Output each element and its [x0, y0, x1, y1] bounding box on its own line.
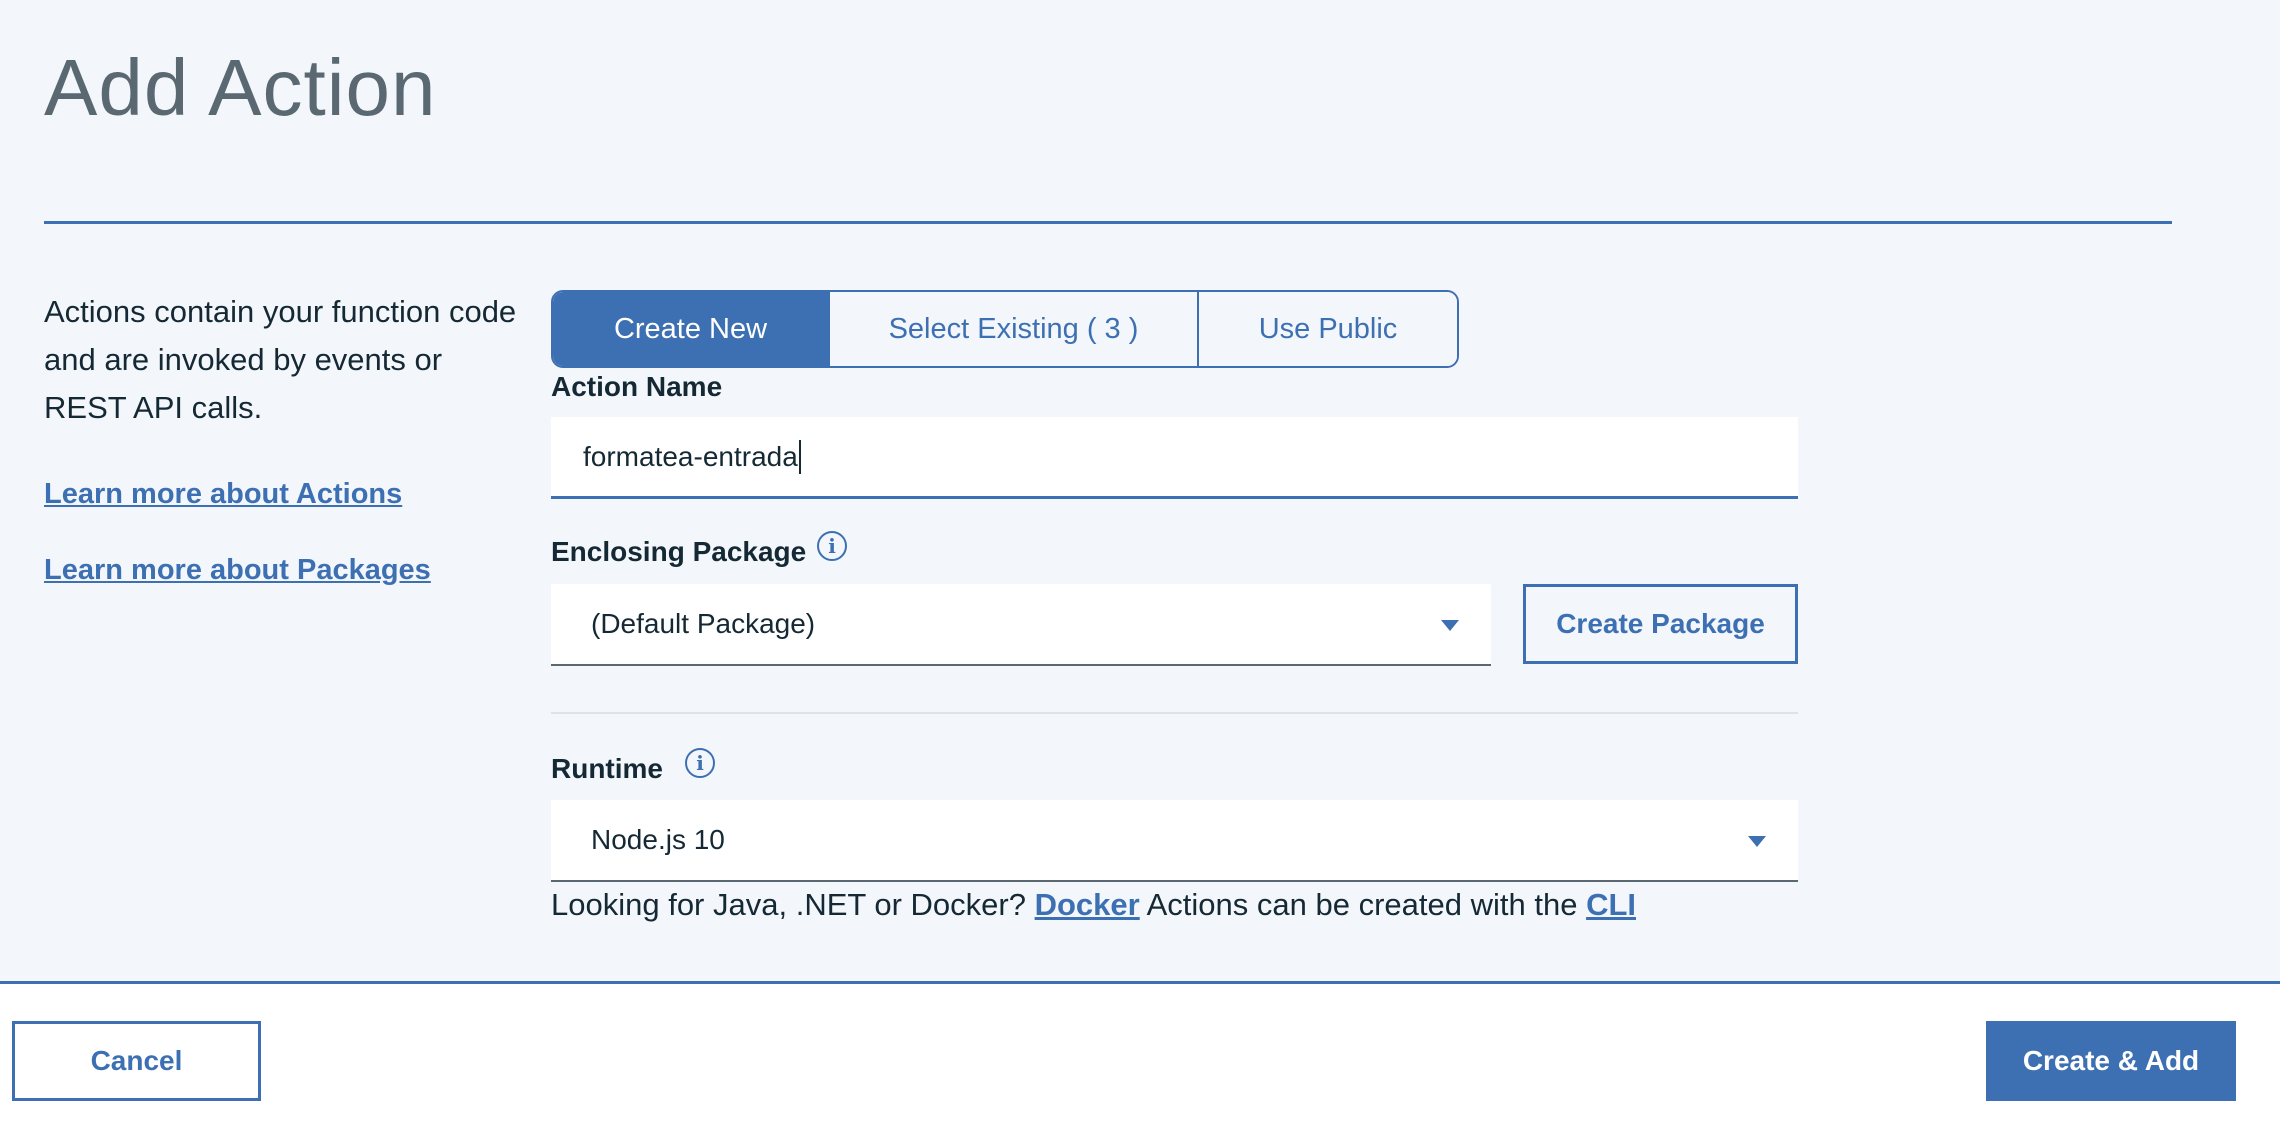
enclosing-package-value: (Default Package)	[591, 608, 816, 639]
learn-more-actions-link[interactable]: Learn more about Actions	[44, 478, 402, 511]
chevron-down-icon	[1748, 836, 1766, 847]
docker-link[interactable]: Docker	[1035, 887, 1140, 922]
runtime-hint: Looking for Java, .NET or Docker? Docker…	[551, 887, 1636, 923]
action-name-value: formatea-entrada	[583, 440, 798, 472]
enclosing-package-label: Enclosing Package	[551, 536, 807, 567]
sidebar-description: Actions contain your function code and a…	[44, 294, 517, 425]
chevron-down-icon	[1441, 620, 1459, 631]
title-divider	[44, 221, 2172, 224]
cli-link[interactable]: CLI	[1586, 887, 1636, 922]
info-circle-icon[interactable]: i	[685, 748, 715, 778]
cancel-button[interactable]: Cancel	[12, 1021, 261, 1101]
tab-select-existing[interactable]: Select Existing ( 3 )	[828, 292, 1197, 366]
section-divider	[551, 712, 1798, 714]
create-and-add-button[interactable]: Create & Add	[1986, 1021, 2236, 1101]
runtime-select[interactable]: Node.js 10	[551, 800, 1798, 882]
footer-bar: Cancel Create & Add	[0, 981, 2280, 1124]
runtime-value: Node.js 10	[591, 824, 725, 855]
runtime-label: Runtime	[551, 753, 663, 784]
action-source-tabs: Create New Select Existing ( 3 ) Use Pub…	[551, 290, 1459, 368]
add-action-page: Add Action Actions contain your function…	[0, 0, 2280, 1124]
text-caret	[798, 439, 801, 474]
info-circle-icon[interactable]: i	[817, 531, 847, 561]
hint-prefix: Looking for Java, .NET or Docker?	[551, 887, 1026, 922]
tab-use-public[interactable]: Use Public	[1197, 292, 1457, 366]
page-title: Add Action	[44, 43, 437, 132]
enclosing-package-select[interactable]: (Default Package)	[551, 584, 1491, 666]
hint-middle: Actions can be created with the	[1146, 887, 1578, 922]
action-name-label: Action Name	[551, 371, 723, 402]
tab-create-new[interactable]: Create New	[553, 292, 828, 366]
action-name-input[interactable]: formatea-entrada	[551, 417, 1798, 499]
create-package-button[interactable]: Create Package	[1523, 584, 1798, 664]
learn-more-packages-link[interactable]: Learn more about Packages	[44, 554, 431, 587]
